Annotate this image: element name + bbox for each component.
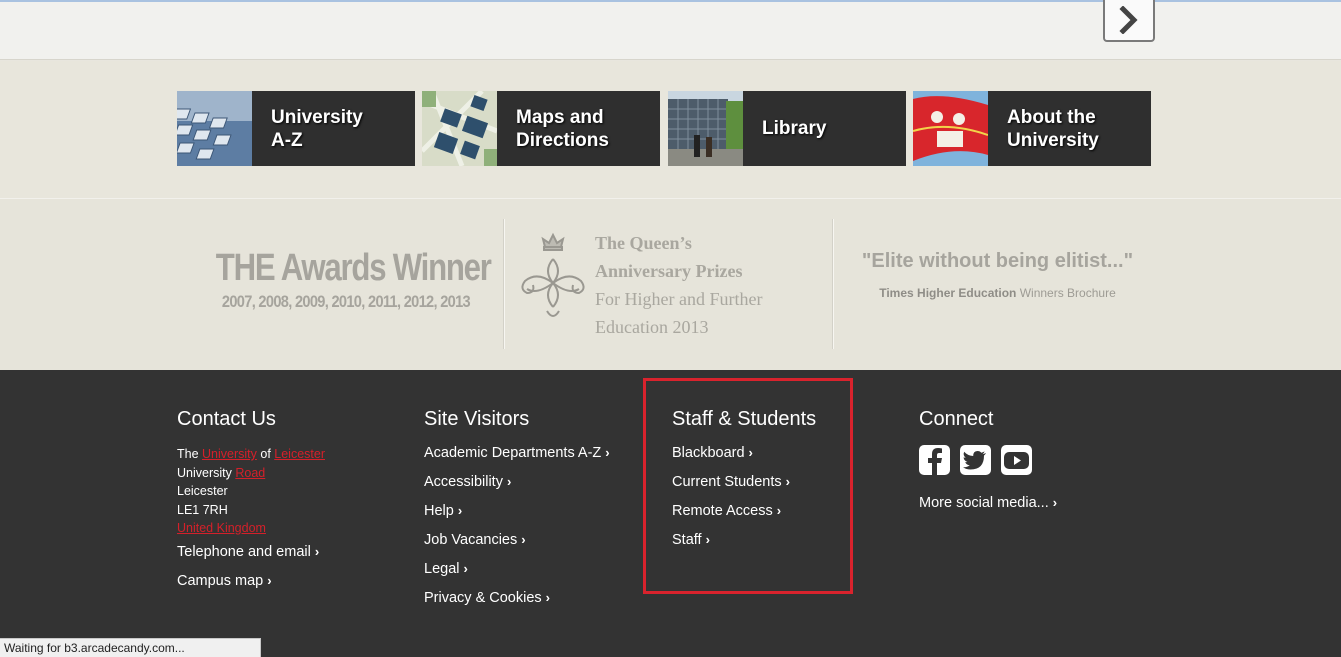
campus-map-link[interactable]: Campus map › [177, 573, 325, 602]
elite-quote: "Elite without being elitist..." [861, 250, 1134, 272]
staff-students-heading: Staff & Students [672, 408, 817, 430]
site-footer: Contact Us The University of Leicester U… [0, 370, 1341, 657]
browser-status-bar: Waiting for b3.arcadecandy.com... [0, 638, 261, 657]
link-label: Staff [672, 532, 702, 548]
quick-link-library[interactable]: Library [668, 91, 906, 166]
chevron-right-icon: › [545, 590, 550, 605]
quick-link-label: Library [762, 118, 827, 139]
more-social-media-link[interactable]: More social media... › [919, 495, 1057, 524]
link-label: Job Vacancies [424, 532, 518, 548]
addr-leicester-link[interactable]: Leicester [274, 447, 325, 461]
twitter-icon[interactable] [960, 445, 991, 475]
addr-city: Leicester [177, 484, 228, 498]
academic-departments-link[interactable]: Academic Departments A-Z › [424, 445, 610, 474]
quick-links: University A-Z Maps and Directions Libra… [0, 61, 1341, 199]
accessibility-link[interactable]: Accessibility › [424, 474, 610, 503]
chevron-right-icon: › [457, 503, 463, 518]
connect-column: Connect More social media... › [919, 408, 1057, 524]
link-label: Privacy & Cookies [424, 590, 542, 606]
link-label: Campus map [177, 572, 264, 589]
facebook-icon[interactable] [919, 445, 950, 475]
queens-prize-crown-icon [521, 232, 585, 317]
chevron-right-icon [1119, 6, 1138, 34]
current-students-link[interactable]: Current Students › [672, 474, 816, 503]
link-label: More social media... [919, 495, 1049, 511]
quote-source-publication: Times Higher Education [879, 286, 1017, 300]
link-label: Remote Access [672, 503, 773, 519]
addr-road-link[interactable]: Road [235, 466, 265, 480]
chevron-right-icon: › [705, 532, 710, 547]
connect-heading: Connect [919, 408, 994, 430]
help-link[interactable]: Help › [424, 503, 610, 532]
addr-postcode: LE1 7RH [177, 502, 228, 517]
chevron-right-icon: › [785, 474, 790, 489]
chevron-right-icon: › [506, 474, 512, 489]
quick-link-label: Maps and Directions [516, 106, 609, 151]
job-vacancies-link[interactable]: Job Vacancies › [424, 532, 610, 561]
addr-the: The [177, 447, 203, 461]
carousel-strip [0, 0, 1341, 60]
addr-university: University [177, 465, 236, 480]
chevron-right-icon: › [1052, 495, 1058, 510]
chevron-right-icon: › [776, 503, 782, 518]
carousel-next-button[interactable] [1103, 0, 1155, 42]
chevron-right-icon: › [521, 532, 526, 547]
quick-link-label: About the University [1007, 106, 1099, 151]
link-label: Accessibility [424, 474, 503, 490]
youtube-icon[interactable] [1001, 445, 1032, 475]
keyboard-thumbnail [177, 91, 252, 166]
divider [503, 219, 505, 349]
quick-link-label: University A-Z [271, 106, 363, 151]
link-label: Legal [424, 561, 460, 577]
quick-link-university-a-z[interactable]: University A-Z [177, 91, 415, 166]
legal-link[interactable]: Legal › [424, 561, 610, 590]
chevron-right-icon: › [314, 543, 320, 559]
the-awards-title: THE Awards Winner [215, 247, 492, 289]
divider [832, 219, 834, 349]
map-thumbnail [422, 91, 497, 166]
social-icons [919, 445, 1057, 475]
library-building-thumbnail [668, 91, 743, 166]
site-visitors-heading: Site Visitors [424, 408, 530, 430]
queens-line-1: The Queen’s [595, 233, 692, 253]
awards-band: THE Awards Winner 2007, 2008, 2009, 2010… [0, 199, 1341, 370]
queens-line-4: Education 2013 [595, 317, 709, 337]
quote-source: Times Higher Education Winners Brochure [850, 286, 1145, 300]
blackboard-link[interactable]: Blackboard › [672, 445, 816, 474]
quote-source-rest: Winners Brochure [1016, 286, 1116, 300]
flag-thumbnail [913, 91, 988, 166]
queens-line-3: For Higher and Further [595, 289, 763, 309]
addr-university-link[interactable]: University [202, 447, 257, 461]
telephone-email-link[interactable]: Telephone and email › [177, 544, 325, 573]
contact-us-heading: Contact Us [177, 408, 276, 430]
contact-us-column: Contact Us The University of Leicester U… [177, 408, 325, 602]
staff-students-column: Staff & Students Blackboard › Current Stu… [672, 408, 816, 561]
chevron-right-icon: › [605, 445, 610, 460]
postal-address: The University of Leicester University R… [177, 445, 325, 538]
link-label: Current Students [672, 474, 782, 490]
staff-link[interactable]: Staff › [672, 532, 816, 561]
quick-link-about-university[interactable]: About the University [913, 91, 1151, 166]
link-label: Telephone and email [177, 543, 311, 560]
chevron-right-icon: › [748, 445, 753, 460]
remote-access-link[interactable]: Remote Access › [672, 503, 816, 532]
addr-country-link[interactable]: United Kingdom [177, 521, 266, 535]
queens-line-2: Anniversary Prizes [595, 261, 743, 281]
chevron-right-icon: › [463, 561, 468, 576]
quick-link-maps-directions[interactable]: Maps and Directions [422, 91, 660, 166]
link-label: Help [424, 503, 454, 519]
link-label: Blackboard [672, 445, 745, 461]
site-visitors-column: Site Visitors Academic Departments A-Z › … [424, 408, 610, 619]
link-label: Academic Departments A-Z [424, 445, 602, 461]
addr-of: of [256, 447, 275, 461]
queens-prize-text: The Queen’s Anniversary Prizes For Highe… [595, 229, 815, 341]
chevron-right-icon: › [267, 572, 272, 588]
privacy-cookies-link[interactable]: Privacy & Cookies › [424, 590, 610, 619]
the-awards-years: 2007, 2008, 2009, 2010, 2011, 2012, 2013 [221, 292, 471, 311]
